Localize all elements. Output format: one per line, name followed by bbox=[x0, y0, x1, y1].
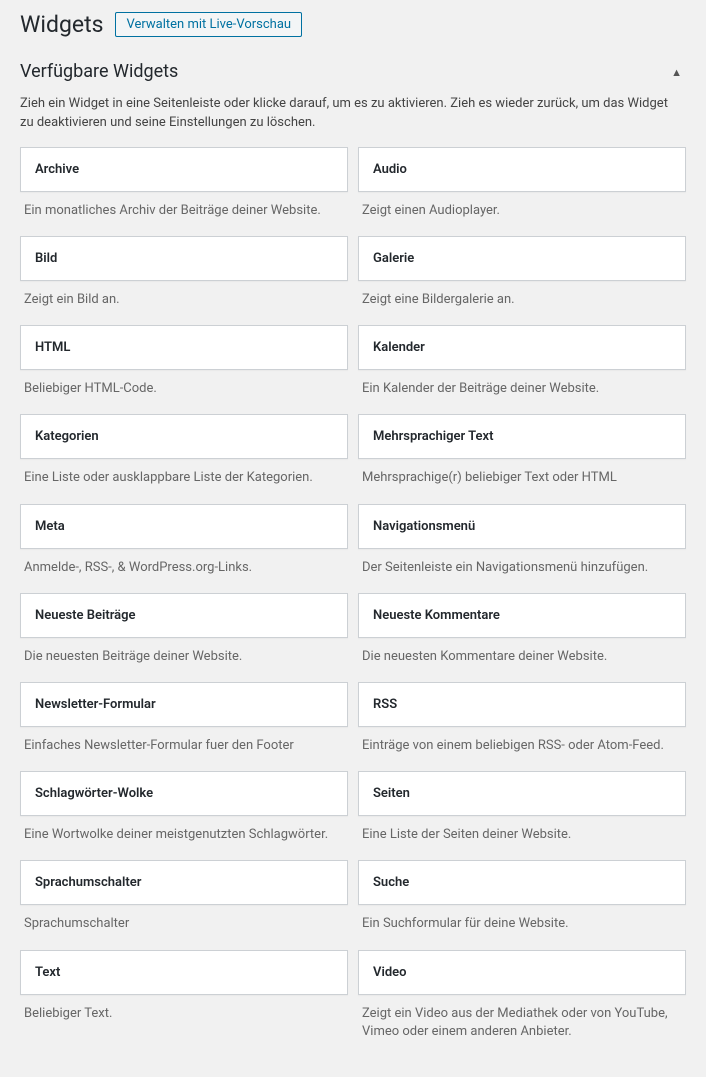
widget-item-title: Neueste Kommentare bbox=[359, 594, 685, 637]
widget-item[interactable]: Seiten bbox=[358, 771, 686, 816]
widget-item-description: Mehrsprachige(r) beliebiger Text oder HT… bbox=[358, 459, 686, 503]
widget-item-title: Kategorien bbox=[21, 415, 347, 458]
widget-item-description: Eine Wortwolke deiner meistgenutzten Sch… bbox=[20, 816, 348, 860]
widget-item[interactable]: Meta bbox=[20, 504, 348, 549]
widget-item[interactable]: Kategorien bbox=[20, 414, 348, 459]
widgets-column-left: ArchiveEin monatliches Archiv der Beiträ… bbox=[20, 147, 348, 1057]
widget-item[interactable]: Sprachumschalter bbox=[20, 860, 348, 905]
widget-item[interactable]: Bild bbox=[20, 236, 348, 281]
widget-item-description: Ein Suchformular für deine Website. bbox=[358, 905, 686, 949]
widget-item[interactable]: RSS bbox=[358, 682, 686, 727]
widgets-grid: ArchiveEin monatliches Archiv der Beiträ… bbox=[20, 147, 686, 1057]
widget-item[interactable]: Suche bbox=[358, 860, 686, 905]
widget-item-title: HTML bbox=[21, 326, 347, 369]
page-header: Widgets Verwalten mit Live-Vorschau bbox=[20, 10, 686, 49]
available-widgets-section: Verfügbare Widgets ▲ Zieh ein Widget in … bbox=[20, 61, 686, 1057]
widget-item-title: Newsletter-Formular bbox=[21, 683, 347, 726]
available-widgets-title: Verfügbare Widgets bbox=[20, 61, 178, 82]
widget-item[interactable]: Neueste Beiträge bbox=[20, 593, 348, 638]
widget-item[interactable]: Text bbox=[20, 950, 348, 995]
widget-item[interactable]: Kalender bbox=[358, 325, 686, 370]
widget-item-description: Die neuesten Beiträge deiner Website. bbox=[20, 638, 348, 682]
widget-item-title: Bild bbox=[21, 237, 347, 280]
widget-item-description: Einfaches Newsletter-Formular fuer den F… bbox=[20, 727, 348, 771]
widget-item-title: Sprachumschalter bbox=[21, 861, 347, 904]
widget-item-description: Zeigt eine Bildergalerie an. bbox=[358, 281, 686, 325]
widget-item[interactable]: Mehrsprachiger Text bbox=[358, 414, 686, 459]
widget-item-description: Die neuesten Kommentare deiner Website. bbox=[358, 638, 686, 682]
widget-item-description: Beliebiger HTML-Code. bbox=[20, 370, 348, 414]
widget-item-description: Zeigt ein Video aus der Mediathek oder v… bbox=[358, 995, 686, 1057]
widget-item-title: Mehrsprachiger Text bbox=[359, 415, 685, 458]
widget-item-description: Ein monatliches Archiv der Beiträge dein… bbox=[20, 192, 348, 236]
page-title: Widgets bbox=[20, 10, 103, 40]
widget-item[interactable]: Neueste Kommentare bbox=[358, 593, 686, 638]
available-widgets-header[interactable]: Verfügbare Widgets ▲ bbox=[20, 61, 686, 90]
widget-item-description: Sprachumschalter bbox=[20, 905, 348, 949]
widget-item-title: Suche bbox=[359, 861, 685, 904]
widget-item-description: Der Seitenleiste ein Navigationsmenü hin… bbox=[358, 549, 686, 593]
widget-item[interactable]: HTML bbox=[20, 325, 348, 370]
widget-item-description: Zeigt ein Bild an. bbox=[20, 281, 348, 325]
widget-item-description: Eine Liste der Seiten deiner Website. bbox=[358, 816, 686, 860]
widget-item[interactable]: Newsletter-Formular bbox=[20, 682, 348, 727]
widget-item-description: Anmelde-, RSS-, & WordPress.org-Links. bbox=[20, 549, 348, 593]
widget-item-title: RSS bbox=[359, 683, 685, 726]
widget-item-title: Meta bbox=[21, 505, 347, 548]
widget-item[interactable]: Schlagwörter-Wolke bbox=[20, 771, 348, 816]
widget-item-title: Audio bbox=[359, 148, 685, 191]
widgets-admin-page: Widgets Verwalten mit Live-Vorschau Verf… bbox=[0, 0, 706, 1077]
widget-item-description: Einträge von einem beliebigen RSS- oder … bbox=[358, 727, 686, 771]
widget-item-title: Seiten bbox=[359, 772, 685, 815]
widget-item[interactable]: Navigationsmenü bbox=[358, 504, 686, 549]
widget-item-title: Text bbox=[21, 951, 347, 994]
widget-item-title: Archive bbox=[21, 148, 347, 191]
widget-item-description: Eine Liste oder ausklappbare Liste der K… bbox=[20, 459, 348, 503]
widget-item-description: Ein Kalender der Beiträge deiner Website… bbox=[358, 370, 686, 414]
collapse-icon: ▲ bbox=[671, 67, 682, 84]
widget-item-title: Schlagwörter-Wolke bbox=[21, 772, 347, 815]
widgets-column-right: AudioZeigt einen Audioplayer.GalerieZeig… bbox=[358, 147, 686, 1057]
available-widgets-description: Zieh ein Widget in eine Seitenleiste ode… bbox=[20, 94, 670, 133]
widget-item-title: Neueste Beiträge bbox=[21, 594, 347, 637]
widget-item[interactable]: Audio bbox=[358, 147, 686, 192]
widget-item-title: Kalender bbox=[359, 326, 685, 369]
widget-item-title: Galerie bbox=[359, 237, 685, 280]
widget-item[interactable]: Galerie bbox=[358, 236, 686, 281]
widget-item-description: Beliebiger Text. bbox=[20, 995, 348, 1039]
widget-item[interactable]: Video bbox=[358, 950, 686, 995]
widget-item-title: Navigationsmenü bbox=[359, 505, 685, 548]
widget-item[interactable]: Archive bbox=[20, 147, 348, 192]
widget-item-title: Video bbox=[359, 951, 685, 994]
manage-live-preview-button[interactable]: Verwalten mit Live-Vorschau bbox=[115, 12, 302, 37]
widget-item-description: Zeigt einen Audioplayer. bbox=[358, 192, 686, 236]
